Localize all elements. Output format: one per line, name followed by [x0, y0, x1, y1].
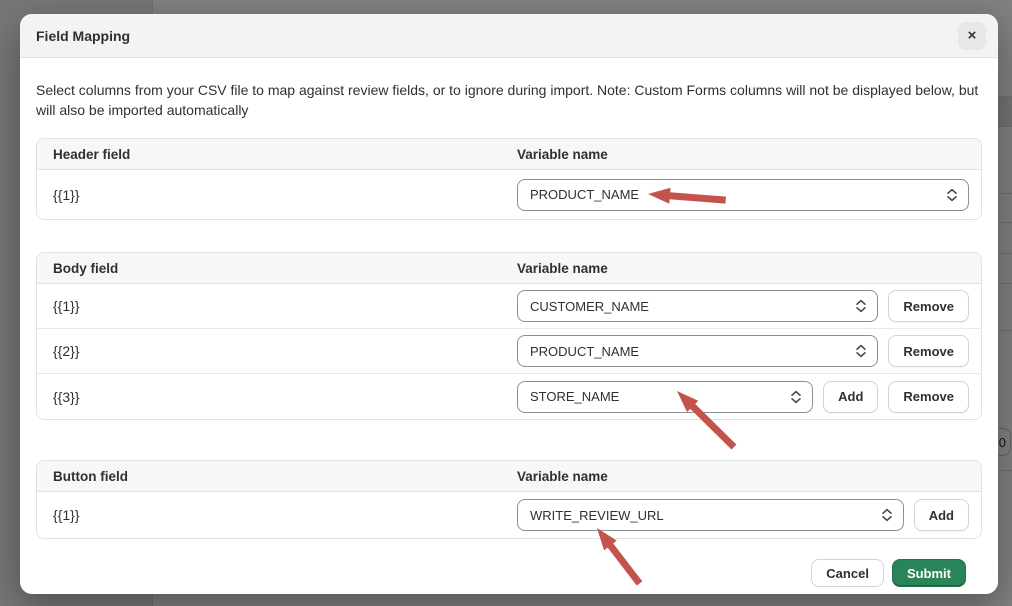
- chevron-up-down-icon: [855, 299, 867, 313]
- table-header-row: Header field Variable name: [37, 139, 981, 170]
- chevron-up-down-icon: [881, 508, 893, 522]
- remove-button[interactable]: Remove: [888, 290, 969, 322]
- column-header-field: Body field: [37, 261, 517, 276]
- modal-header: Field Mapping ×: [20, 14, 998, 58]
- modal-title: Field Mapping: [36, 28, 130, 44]
- modal-description: Select columns from your CSV file to map…: [36, 80, 982, 120]
- select-value: CUSTOMER_NAME: [530, 299, 649, 314]
- select-value: PRODUCT_NAME: [530, 187, 639, 202]
- column-header-variable: Variable name: [517, 469, 981, 484]
- field-key: {{2}}: [37, 343, 517, 359]
- column-header-field: Header field: [37, 147, 517, 162]
- body-field-table: Body field Variable name {{1}} CUSTOMER_…: [36, 252, 982, 420]
- modal-body: Select columns from your CSV file to map…: [20, 58, 998, 587]
- close-button[interactable]: ×: [958, 22, 986, 50]
- select-value: PRODUCT_NAME: [530, 344, 639, 359]
- chevron-up-down-icon: [855, 344, 867, 358]
- table-header-row: Body field Variable name: [37, 253, 981, 284]
- column-header-variable: Variable name: [517, 147, 981, 162]
- table-row: {{1}} PRODUCT_NAME: [37, 170, 981, 219]
- chevron-up-down-icon: [790, 390, 802, 404]
- header-field-table: Header field Variable name {{1}} PRODUCT…: [36, 138, 982, 220]
- chevron-up-down-icon: [946, 188, 958, 202]
- field-key: {{1}}: [37, 187, 517, 203]
- variable-select-header-1[interactable]: PRODUCT_NAME: [517, 179, 969, 211]
- column-header-field: Button field: [37, 469, 517, 484]
- field-key: {{1}}: [37, 298, 517, 314]
- field-key: {{1}}: [37, 507, 517, 523]
- close-icon: ×: [968, 28, 977, 43]
- field-mapping-modal: Field Mapping × Select columns from your…: [20, 14, 998, 594]
- button-field-table: Button field Variable name {{1}} WRITE_R…: [36, 460, 982, 539]
- variable-select-button-1[interactable]: WRITE_REVIEW_URL: [517, 499, 904, 531]
- table-row: {{2}} PRODUCT_NAME Remove: [37, 329, 981, 374]
- remove-button[interactable]: Remove: [888, 335, 969, 367]
- field-key: {{3}}: [37, 389, 517, 405]
- add-button[interactable]: Add: [914, 499, 969, 531]
- variable-select-body-1[interactable]: CUSTOMER_NAME: [517, 290, 878, 322]
- table-row: {{1}} CUSTOMER_NAME Remove: [37, 284, 981, 329]
- variable-select-body-3[interactable]: STORE_NAME: [517, 381, 813, 413]
- column-header-variable: Variable name: [517, 261, 981, 276]
- remove-button[interactable]: Remove: [888, 381, 969, 413]
- table-row: {{1}} WRITE_REVIEW_URL Add: [37, 492, 981, 538]
- variable-select-body-2[interactable]: PRODUCT_NAME: [517, 335, 878, 367]
- submit-button[interactable]: Submit: [892, 559, 966, 587]
- cancel-button[interactable]: Cancel: [811, 559, 884, 587]
- add-button[interactable]: Add: [823, 381, 878, 413]
- table-header-row: Button field Variable name: [37, 461, 981, 492]
- select-value: WRITE_REVIEW_URL: [530, 508, 664, 523]
- table-row: {{3}} STORE_NAME Add Remove: [37, 374, 981, 419]
- select-value: STORE_NAME: [530, 389, 619, 404]
- modal-footer: Cancel Submit: [36, 539, 982, 587]
